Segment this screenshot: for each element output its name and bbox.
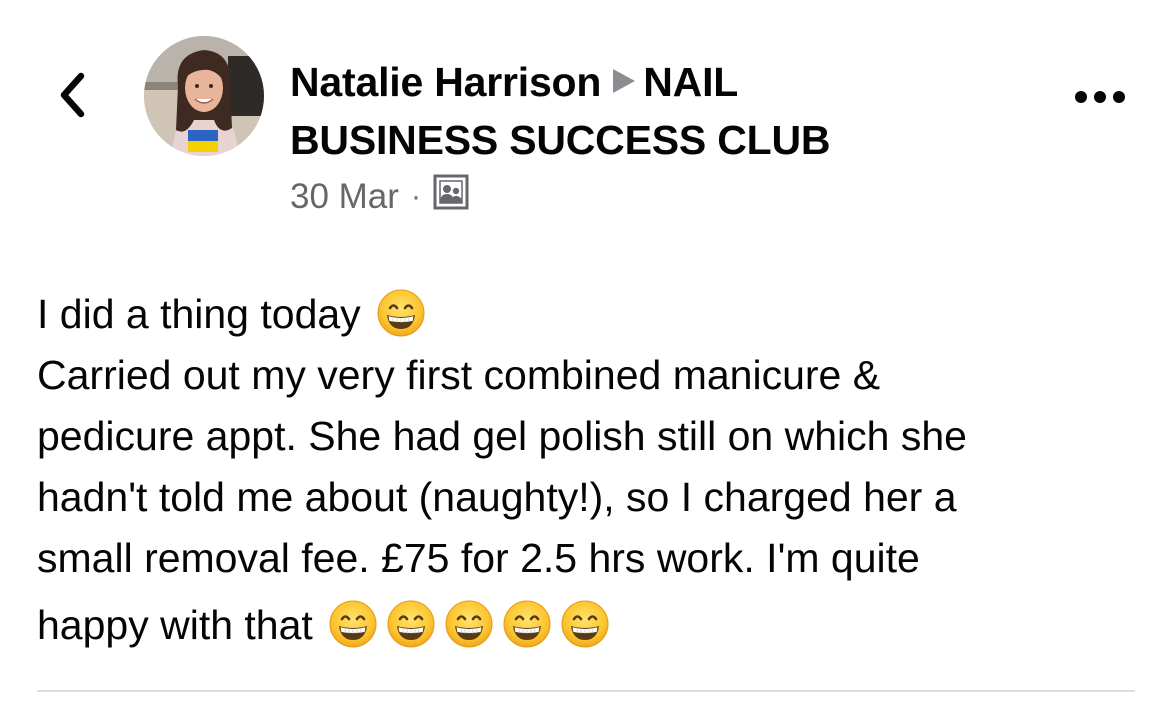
grinning-face-emoji	[560, 599, 610, 649]
play-arrow-icon	[611, 52, 637, 110]
post-text-line: small removal fee. £75 for 2.5 hrs work.…	[37, 535, 920, 581]
group-name-line1[interactable]: NAIL	[643, 59, 738, 105]
post-text-line: Carried out my very first combined manic…	[37, 352, 881, 398]
post-date[interactable]: 30 Mar	[290, 177, 399, 217]
back-button[interactable]	[44, 62, 100, 128]
meta-separator: ·	[410, 179, 421, 213]
grinning-face-emoji	[376, 288, 426, 338]
post-text-line: hadn't told me about (naughty!), so I ch…	[37, 474, 957, 520]
post-title: Natalie Harrison NAIL BUSINESS SUCCESS CL…	[290, 52, 990, 169]
avatar[interactable]	[144, 36, 264, 156]
post-text-segment: I did a thing today	[37, 291, 361, 337]
profile-photo	[144, 36, 264, 156]
grinning-face-emoji	[444, 599, 494, 649]
more-horizontal-icon	[1075, 91, 1125, 103]
post-text-segment: happy with that	[37, 602, 313, 648]
post-text-line: happy with that	[37, 595, 1147, 656]
more-options-button[interactable]	[1070, 80, 1130, 114]
post-text-line: pedicure appt. She had gel polish still …	[37, 413, 967, 459]
post-text-line: I did a thing today	[37, 284, 1147, 345]
grinning-face-emoji	[386, 599, 436, 649]
chevron-left-icon	[60, 72, 85, 118]
grinning-face-emoji	[502, 599, 552, 649]
post-meta: 30 Mar ·	[290, 174, 469, 219]
divider	[37, 690, 1135, 692]
post-body: I did a thing today Carried out my very …	[37, 284, 1147, 656]
post-header: Natalie Harrison NAIL BUSINESS SUCCESS CL…	[290, 52, 990, 169]
author-name[interactable]: Natalie Harrison	[290, 59, 601, 105]
group-name-line2[interactable]: BUSINESS SUCCESS CLUB	[290, 117, 830, 163]
group-audience-icon	[433, 174, 469, 219]
grinning-face-emoji	[328, 599, 378, 649]
